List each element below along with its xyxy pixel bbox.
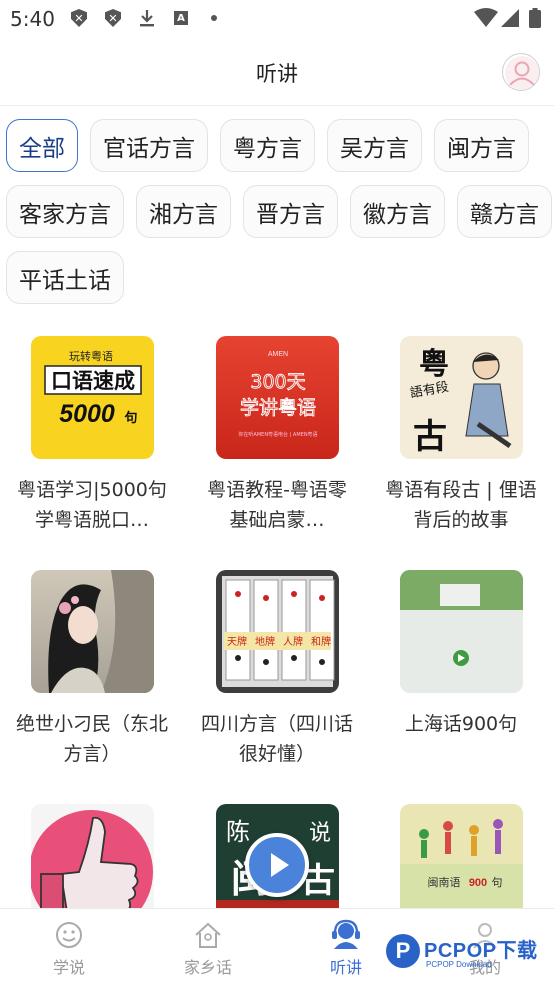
shield-x-icon: ✕ <box>104 9 122 27</box>
list-item[interactable]: 上海话900句 <box>376 570 546 739</box>
list-item[interactable]: 粤 語有段 古 粤语有段古 | 俚语背后的故事 <box>376 336 546 535</box>
svg-text:句: 句 <box>124 410 137 426</box>
svg-text:900: 900 <box>468 877 486 889</box>
item-title: 四川方言（四川话很好懂） <box>200 713 353 765</box>
category-chip[interactable]: 官话方言 <box>90 119 208 172</box>
nav-label: 家乡话 <box>183 958 232 977</box>
pcpop-watermark: P PCPOP下载 PCPOP Download <box>382 930 554 974</box>
album-cover: 玩转粤语 口语速成 5000 句 <box>30 336 154 459</box>
album-cover: 粤 語有段 古 <box>399 336 523 459</box>
item-title: 粤语有段古 | 俚语背后的故事 <box>385 479 537 531</box>
play-button[interactable] <box>245 833 309 897</box>
wifi-icon <box>474 8 498 27</box>
category-chip[interactable]: 湘方言 <box>136 185 231 238</box>
battery-icon <box>528 8 542 28</box>
headset-icon <box>330 919 362 951</box>
nav-label: 听讲 <box>329 958 362 977</box>
home-icon <box>192 919 224 951</box>
svg-text:AMEN: AMEN <box>267 351 287 358</box>
nav-label: 学说 <box>52 958 85 977</box>
album-cover <box>30 570 154 693</box>
nav-item-tingjiang[interactable]: 听讲 <box>296 909 396 984</box>
svg-text:300天: 300天 <box>250 371 305 393</box>
album-cover <box>399 570 523 693</box>
category-filter: 全部 官话方言 粤方言 吴方言 闽方言客家方言 湘方言 晋方言 徽方言 赣方言平话土话 <box>6 119 552 304</box>
shield-x-icon: ✕ <box>70 9 88 27</box>
smile-icon <box>53 919 85 951</box>
status-bar: 5:40 ✕ ✕ A <box>0 0 554 38</box>
svg-text:語有段: 語有段 <box>408 379 449 402</box>
list-item[interactable]: 玩转粤语 口语速成 5000 句 粤语学习|5000句学粤语脱口… <box>7 336 177 535</box>
download-icon <box>138 9 156 27</box>
a-badge-icon: A <box>172 9 190 27</box>
category-chip[interactable]: 客家方言 <box>6 185 124 238</box>
pcpop-logo-icon: P <box>386 934 420 968</box>
category-chip[interactable]: 晋方言 <box>243 185 338 238</box>
item-title: 粤语学习|5000句学粤语脱口… <box>17 479 167 531</box>
svg-text:学讲粤语: 学讲粤语 <box>239 397 315 419</box>
list-item[interactable]: 绝世小刁民（东北方言） <box>7 570 177 769</box>
category-chip[interactable]: 粤方言 <box>220 119 315 172</box>
category-chip[interactable]: 吴方言 <box>327 119 422 172</box>
item-title: 粤语教程-粤语零基础启蒙… <box>207 479 347 531</box>
item-title: 上海话900句 <box>404 713 518 735</box>
svg-text:5000: 5000 <box>59 400 115 428</box>
status-time: 5:40 <box>10 7 55 31</box>
album-cover: AMEN 300天 学讲粤语 你在听AMEN粤语电台 | AMEN粤语 <box>215 336 339 459</box>
svg-text:和牌: 和牌 <box>311 635 331 648</box>
dot-icon <box>205 9 223 27</box>
user-icon[interactable] <box>502 53 540 91</box>
category-chip[interactable]: 徽方言 <box>350 185 445 238</box>
nav-item-xueshuo[interactable]: 学说 <box>19 909 119 984</box>
svg-text:玩转粤语: 玩转粤语 <box>69 349 113 363</box>
watermark-brand: PCPOP下载 <box>424 940 538 962</box>
page-title: 听讲 <box>256 62 298 86</box>
svg-text:天牌: 天牌 <box>227 635 247 648</box>
app-header: 听讲 <box>0 38 554 106</box>
svg-text:说: 说 <box>308 821 330 846</box>
svg-text:你在听AMEN粤语电台 | AMEN粤语: 你在听AMEN粤语电台 | AMEN粤语 <box>238 431 317 438</box>
svg-text:古: 古 <box>413 417 447 457</box>
svg-text:句: 句 <box>491 876 502 889</box>
watermark-sub: PCPOP Download <box>426 960 492 969</box>
album-cover: 天牌 地牌 人牌 和牌 <box>215 570 339 693</box>
category-chip[interactable]: 赣方言 <box>457 185 552 238</box>
category-chip[interactable]: 闽方言 <box>434 119 529 172</box>
item-title: 绝世小刁民（东北方言） <box>15 713 168 765</box>
category-chip[interactable]: 平话土话 <box>6 251 124 304</box>
svg-text:闽南语: 闽南语 <box>427 876 460 889</box>
svg-text:粤: 粤 <box>419 347 449 382</box>
svg-text:口语速成: 口语速成 <box>51 369 135 393</box>
svg-text:地牌: 地牌 <box>255 635 275 648</box>
svg-text:陈: 陈 <box>226 818 250 846</box>
category-chip[interactable]: 全部 <box>6 119 78 172</box>
list-item[interactable]: 天牌 地牌 人牌 和牌 四川方言（四川话很好懂） <box>192 570 362 769</box>
list-item[interactable]: AMEN 300天 学讲粤语 你在听AMEN粤语电台 | AMEN粤语 粤语教程… <box>192 336 362 535</box>
signal-icon <box>501 9 519 27</box>
nav-item-jiaxianghua[interactable]: 家乡话 <box>158 909 258 984</box>
svg-text:人牌: 人牌 <box>283 635 303 648</box>
